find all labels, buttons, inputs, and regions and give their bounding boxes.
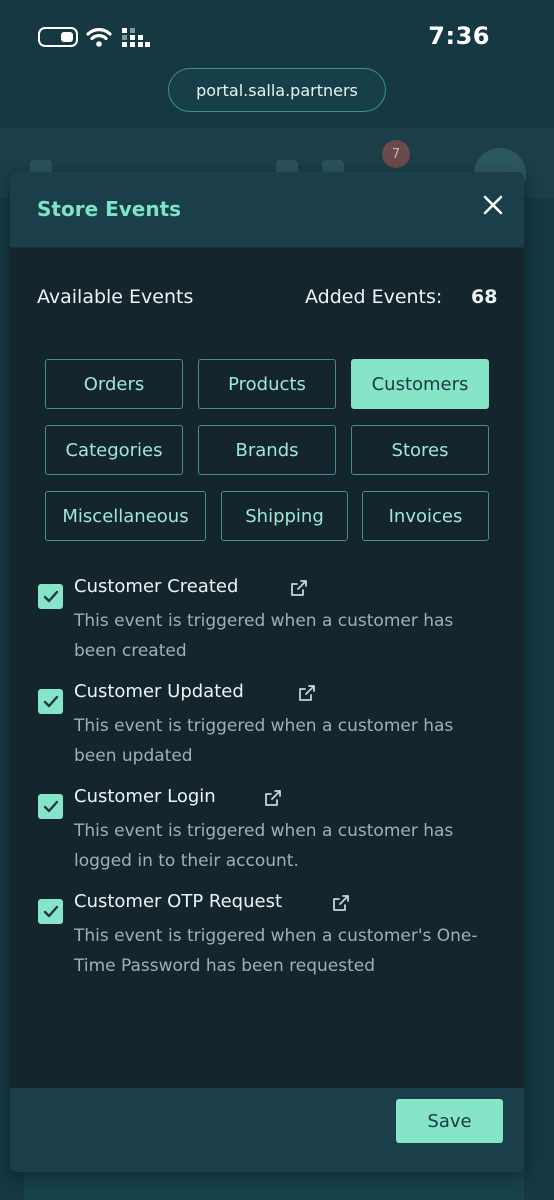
check-icon <box>43 695 58 707</box>
external-link-icon[interactable] <box>298 684 316 702</box>
close-button[interactable] <box>476 188 510 222</box>
list-item: Customer Login This event is triggered w… <box>38 786 498 878</box>
event-checkbox[interactable] <box>38 584 63 609</box>
list-item: Customer Updated This event is triggered… <box>38 681 498 773</box>
event-checkbox[interactable] <box>38 689 63 714</box>
external-link-icon[interactable] <box>332 894 350 912</box>
event-description: This event is triggered when a customer'… <box>74 926 478 976</box>
check-icon <box>43 590 58 602</box>
notification-badge: 7 <box>382 140 410 168</box>
url-bar[interactable]: portal.salla.partners <box>168 68 386 112</box>
tab-orders[interactable]: Orders <box>45 359 183 409</box>
external-link-icon[interactable] <box>290 579 308 597</box>
list-item: Customer OTP Request This event is trigg… <box>38 891 498 1013</box>
tab-brands[interactable]: Brands <box>198 425 336 475</box>
event-title: Customer Updated <box>74 681 244 702</box>
tab-shipping[interactable]: Shipping <box>221 491 348 541</box>
added-events-label: Added Events: <box>305 286 443 308</box>
added-events-count: 68 <box>471 286 498 308</box>
event-title: Customer Created <box>74 576 239 597</box>
modal-title: Store Events <box>37 197 182 221</box>
modal-body: Available Events Added Events: 68 Orders… <box>10 248 524 1088</box>
cellular-icon <box>122 28 150 47</box>
close-icon <box>483 195 503 215</box>
check-icon <box>43 800 58 812</box>
save-button[interactable]: Save <box>396 1099 503 1143</box>
modal-header: Store Events <box>10 172 524 248</box>
store-events-modal: Store Events Available Events Added Even… <box>10 172 524 1172</box>
status-bar: 7:36 <box>0 0 554 60</box>
tab-miscellaneous[interactable]: Miscellaneous <box>45 491 206 541</box>
tab-invoices[interactable]: Invoices <box>362 491 489 541</box>
external-link-icon[interactable] <box>264 789 282 807</box>
status-time: 7:36 <box>428 22 490 50</box>
modal-footer: Save <box>10 1088 524 1172</box>
tab-stores[interactable]: Stores <box>351 425 489 475</box>
event-checkbox[interactable] <box>38 794 63 819</box>
event-title: Customer Login <box>74 786 216 807</box>
event-description: This event is triggered when a customer … <box>74 611 454 661</box>
tab-categories[interactable]: Categories <box>45 425 183 475</box>
check-icon <box>43 905 58 917</box>
event-checkbox[interactable] <box>38 899 63 924</box>
wifi-icon <box>86 28 112 47</box>
event-description: This event is triggered when a customer … <box>74 821 454 871</box>
list-item: Customer Created This event is triggered… <box>38 576 498 668</box>
battery-icon <box>38 27 78 47</box>
event-description: This event is triggered when a customer … <box>74 716 454 766</box>
event-title: Customer OTP Request <box>74 891 283 912</box>
tab-products[interactable]: Products <box>198 359 336 409</box>
tab-customers[interactable]: Customers <box>351 359 489 409</box>
available-events-label: Available Events <box>37 286 194 308</box>
